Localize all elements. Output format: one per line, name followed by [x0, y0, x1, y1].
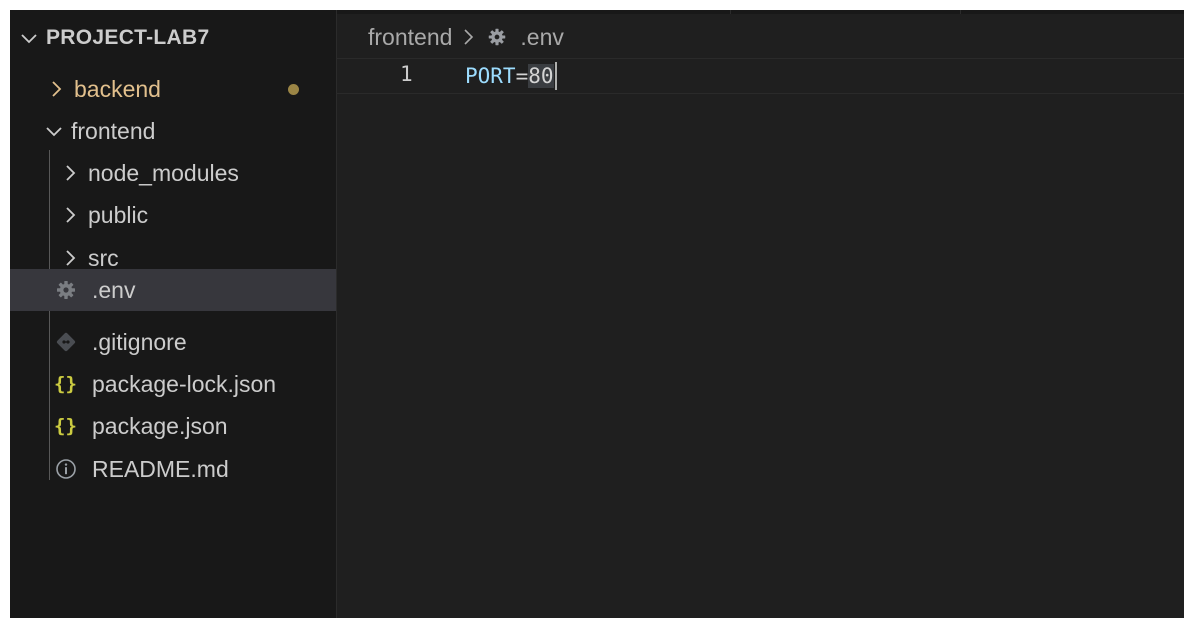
- tree-item-label: public: [88, 201, 149, 228]
- breadcrumb: frontend .env: [368, 22, 564, 52]
- chevron-right-icon: [60, 162, 82, 184]
- tree-item-label: package-lock.json: [92, 370, 277, 397]
- tree-item-label: src: [88, 244, 119, 271]
- current-line-highlight: [336, 58, 1184, 94]
- breadcrumb-file[interactable]: .env: [520, 24, 563, 51]
- chevron-down-icon: [43, 120, 65, 142]
- tree-file-env[interactable]: .env: [10, 269, 336, 311]
- gear-icon: [54, 278, 78, 302]
- chevron-down-icon: [18, 27, 40, 49]
- tree-item-label: frontend: [71, 117, 156, 144]
- tree-item-label: README.md: [92, 455, 229, 482]
- tree-file-readme[interactable]: README.md: [10, 448, 336, 490]
- json-braces-icon: {}: [54, 373, 77, 395]
- tab-divider: [336, 10, 337, 14]
- chevron-right-icon: [46, 78, 68, 100]
- info-icon: [54, 457, 78, 481]
- env-value-token: 80: [528, 64, 554, 88]
- equals-token: =: [515, 64, 529, 88]
- tab-divider: [730, 10, 731, 14]
- tree-folder-public[interactable]: public: [10, 194, 336, 236]
- tree-item-label: .env: [92, 276, 136, 303]
- breadcrumb-folder[interactable]: frontend: [368, 24, 452, 51]
- tab-divider: [960, 10, 961, 14]
- tree-item-label: backend: [74, 75, 161, 102]
- chevron-right-icon: [60, 204, 82, 226]
- tree-file-gitignore[interactable]: .gitignore: [10, 321, 336, 363]
- text-cursor: [554, 62, 557, 90]
- tree-item-label: package.json: [92, 412, 228, 439]
- tree-folder-backend[interactable]: backend: [10, 68, 336, 110]
- chevron-right-icon: [462, 26, 476, 48]
- explorer-root-header[interactable]: PROJECT-LAB7: [18, 24, 209, 52]
- vscode-window: PROJECT-LAB7 backend frontend node_modul…: [10, 10, 1184, 618]
- tab-strip: [336, 10, 1184, 14]
- tree-folder-frontend[interactable]: frontend: [10, 110, 336, 152]
- explorer-root-label: PROJECT-LAB7: [46, 26, 210, 49]
- code-line[interactable]: PORT = 80: [465, 62, 557, 90]
- chevron-right-icon: [60, 247, 82, 269]
- modified-indicator-dot: [288, 84, 299, 95]
- tree-item-label: node_modules: [88, 159, 239, 186]
- tree-file-package-lock-json[interactable]: {} package-lock.json: [10, 363, 336, 405]
- env-key-token: PORT: [465, 64, 516, 88]
- gear-icon: [486, 26, 508, 48]
- git-icon: [54, 330, 78, 354]
- tree-folder-node-modules[interactable]: node_modules: [10, 152, 336, 194]
- tree-item-label: .gitignore: [92, 328, 187, 355]
- json-braces-icon: {}: [54, 415, 77, 437]
- line-number: 1: [400, 62, 413, 86]
- explorer-sidebar: PROJECT-LAB7 backend frontend node_modul…: [10, 10, 337, 618]
- tree-file-package-json[interactable]: {} package.json: [10, 405, 336, 447]
